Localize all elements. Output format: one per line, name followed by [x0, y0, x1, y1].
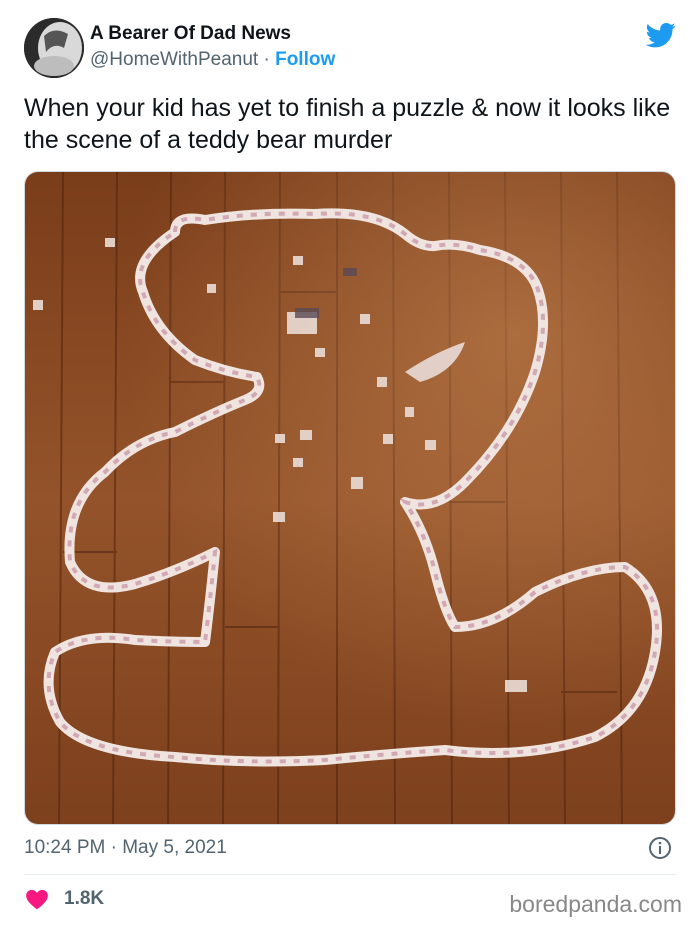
tweet-photo[interactable] [24, 171, 676, 825]
author-block: A Bearer Of Dad News @HomeWithPeanut · F… [90, 22, 335, 74]
separator: · [263, 49, 270, 70]
tweet-header: A Bearer Of Dad News @HomeWithPeanut · F… [24, 18, 680, 80]
like-count[interactable]: 1.8K [64, 888, 104, 910]
handle[interactable]: @HomeWithPeanut [90, 49, 258, 70]
info-icon[interactable] [648, 836, 672, 860]
twitter-bird-icon[interactable] [646, 20, 676, 50]
avatar[interactable] [24, 18, 84, 78]
tweet-meta: 10:24 PM · May 5, 2021 [24, 834, 674, 862]
handle-line: @HomeWithPeanut · Follow [90, 46, 335, 74]
follow-button[interactable]: Follow [275, 49, 335, 70]
divider [24, 874, 676, 875]
tweet-text: When your kid has yet to finish a puzzle… [24, 94, 671, 154]
puzzle-floor-image [25, 172, 675, 824]
tweet-time[interactable]: 10:24 PM [24, 837, 105, 858]
heart-icon[interactable] [24, 886, 50, 912]
display-name[interactable]: A Bearer Of Dad News [90, 22, 335, 46]
watermark: boredpanda.com [509, 891, 682, 917]
like-section: 1.8K [24, 885, 104, 913]
tweet-date[interactable]: May 5, 2021 [122, 837, 227, 858]
date-separator: · [110, 837, 117, 858]
